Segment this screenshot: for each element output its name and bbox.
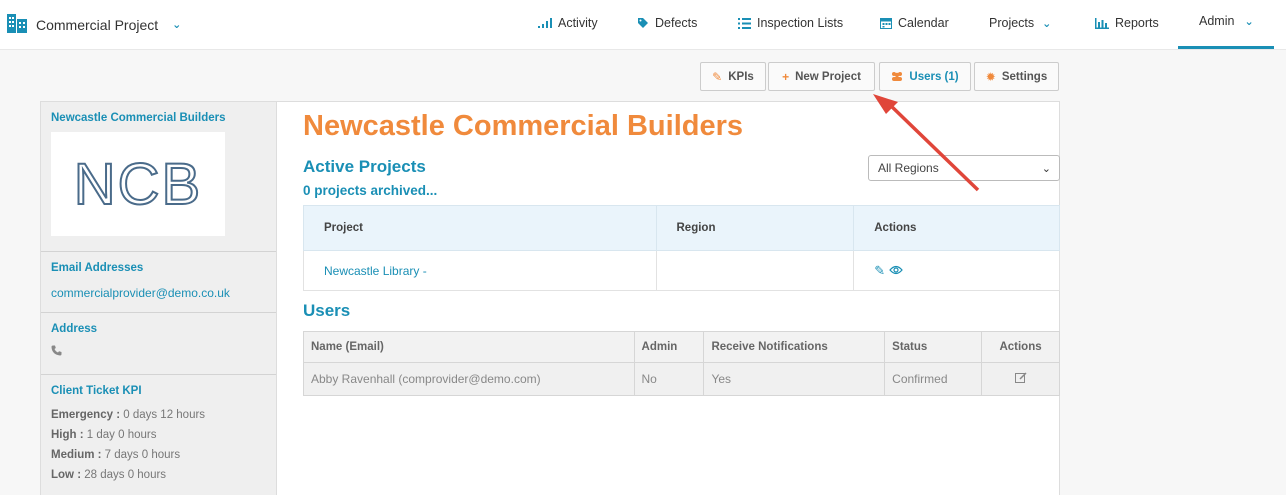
logo-text: NCB: [73, 151, 203, 218]
column-header: Receive Notifications: [703, 331, 886, 363]
users-table: Name (Email) Admin Receive Notifications…: [303, 331, 1060, 396]
column-header: Actions: [981, 331, 1060, 363]
kpi-emergency: Emergency : 0 days 12 hours: [51, 409, 266, 421]
plus-icon: +: [782, 69, 790, 84]
company-section: Newcastle Commercial Builders NCB: [41, 102, 276, 252]
table-row: Abby Ravenhall (comprovider@demo.com) No…: [303, 362, 1060, 396]
kpi-label: Medium :: [51, 449, 102, 461]
building-icon: [6, 12, 28, 37]
company-logo: NCB: [51, 132, 225, 236]
project-region: [655, 250, 855, 291]
address-section-title: Address: [51, 323, 98, 335]
bar-chart-icon: [1095, 17, 1109, 29]
nav-calendar[interactable]: Calendar: [880, 16, 949, 30]
edit-icon[interactable]: [1014, 372, 1027, 386]
edit-icon[interactable]: ✎: [874, 263, 885, 278]
table-header-row: Name (Email) Admin Receive Notifications…: [303, 331, 1060, 363]
nav-defects[interactable]: Defects: [637, 16, 697, 30]
user-status: Confirmed: [884, 362, 983, 396]
kpis-button[interactable]: ✎ KPIs: [700, 62, 766, 91]
column-header: Status: [884, 331, 983, 363]
table-row: Newcastle Library - ✎: [303, 250, 1060, 291]
chevron-down-icon: ⌄: [172, 19, 182, 31]
users-icon: [891, 70, 903, 84]
kpi-high: High : 1 day 0 hours: [51, 429, 266, 441]
user-admin: No: [633, 362, 705, 396]
activity-icon: [538, 18, 552, 28]
kpi-low: Low : 28 days 0 hours: [51, 469, 266, 481]
table-header-row: Project Region Actions: [303, 205, 1060, 251]
nav-reports-label: Reports: [1115, 16, 1159, 30]
company-name: Newcastle Commercial Builders: [51, 112, 226, 124]
nav-defects-label: Defects: [655, 16, 698, 30]
kpi-section-title: Client Ticket KPI: [51, 385, 142, 397]
project-selector[interactable]: Commercial Project ⌄: [6, 12, 181, 37]
eye-icon[interactable]: [888, 264, 903, 278]
nav-activity-label: Activity: [558, 16, 598, 30]
chevron-down-icon: ⌄: [1244, 15, 1254, 28]
nav-activity[interactable]: Activity: [538, 16, 598, 30]
kpi-label: Emergency :: [51, 409, 121, 421]
tag-icon: [637, 17, 649, 29]
nav-projects[interactable]: Projects ⌄: [989, 16, 1051, 30]
users-button[interactable]: Users (1): [879, 62, 971, 91]
phone-icon: [51, 344, 266, 359]
new-project-button[interactable]: + New Project: [768, 62, 875, 91]
column-header[interactable]: Project: [303, 205, 657, 251]
settings-button-label: Settings: [1001, 70, 1048, 83]
chevron-down-icon: ⌄: [1041, 162, 1051, 175]
archived-projects-link[interactable]: 0 projects archived...: [303, 183, 437, 198]
active-tab-indicator: [1178, 46, 1274, 49]
kpi-label: Low :: [51, 469, 82, 481]
kpi-value: 0 days 12 hours: [120, 409, 206, 421]
user-actions: [981, 362, 1060, 396]
kpi-label: High :: [51, 429, 84, 441]
email-link[interactable]: commercialprovider@demo.co.uk: [51, 286, 266, 300]
region-filter-value: All Regions: [878, 161, 939, 175]
kpi-value: 28 days 0 hours: [81, 469, 167, 481]
gear-icon: ✹: [985, 69, 996, 84]
nav-inspection-lists[interactable]: Inspection Lists: [738, 16, 843, 30]
page-title: Newcastle Commercial Builders: [303, 110, 744, 142]
column-header[interactable]: Region: [655, 205, 855, 251]
region-filter-select[interactable]: All Regions ⌄: [868, 155, 1060, 181]
email-section-title: Email Addresses: [51, 262, 144, 274]
kpi-medium: Medium : 7 days 0 hours: [51, 449, 266, 461]
nav-admin[interactable]: Admin ⌄: [1199, 14, 1254, 28]
kpi-section: Client Ticket KPI Emergency : 0 days 12 …: [41, 375, 276, 489]
list-icon: [738, 17, 751, 29]
column-header: Admin: [633, 331, 705, 363]
project-actions: ✎: [853, 250, 1060, 291]
user-name-email: Abby Ravenhall (comprovider@demo.com): [303, 362, 635, 396]
column-header: Actions: [853, 205, 1060, 251]
users-button-label: Users (1): [909, 70, 959, 83]
new-project-button-label: New Project: [795, 70, 861, 83]
column-header: Name (Email): [303, 331, 635, 363]
nav-reports[interactable]: Reports: [1095, 16, 1159, 30]
top-navigation-bar: Commercial Project ⌄ Activity Defects In…: [0, 0, 1286, 50]
nav-inspection-lists-label: Inspection Lists: [757, 16, 844, 30]
company-sidebar: Newcastle Commercial Builders NCB Email …: [40, 101, 277, 495]
nav-admin-label: Admin: [1199, 14, 1235, 28]
address-section: Address: [41, 313, 276, 375]
project-link[interactable]: Newcastle Library -: [303, 250, 657, 291]
kpi-value: 7 days 0 hours: [101, 449, 181, 461]
users-heading: Users: [303, 301, 351, 320]
kpi-value: 1 day 0 hours: [83, 429, 157, 441]
projects-table: Project Region Actions Newcastle Library…: [303, 205, 1060, 291]
pencil-icon: ✎: [712, 69, 723, 84]
user-notifications: Yes: [703, 362, 886, 396]
nav-projects-label: Projects: [989, 16, 1035, 30]
calendar-icon: [880, 17, 892, 29]
email-section: Email Addresses commercialprovider@demo.…: [41, 252, 276, 313]
nav-calendar-label: Calendar: [898, 16, 949, 30]
kpis-button-label: KPIs: [728, 70, 754, 83]
settings-button[interactable]: ✹ Settings: [974, 62, 1059, 91]
project-name: Commercial Project: [36, 16, 159, 33]
chevron-down-icon: ⌄: [1042, 17, 1052, 30]
company-main-panel: Newcastle Commercial Builders Active Pro…: [277, 101, 1060, 495]
active-projects-heading: Active Projects: [303, 157, 426, 176]
